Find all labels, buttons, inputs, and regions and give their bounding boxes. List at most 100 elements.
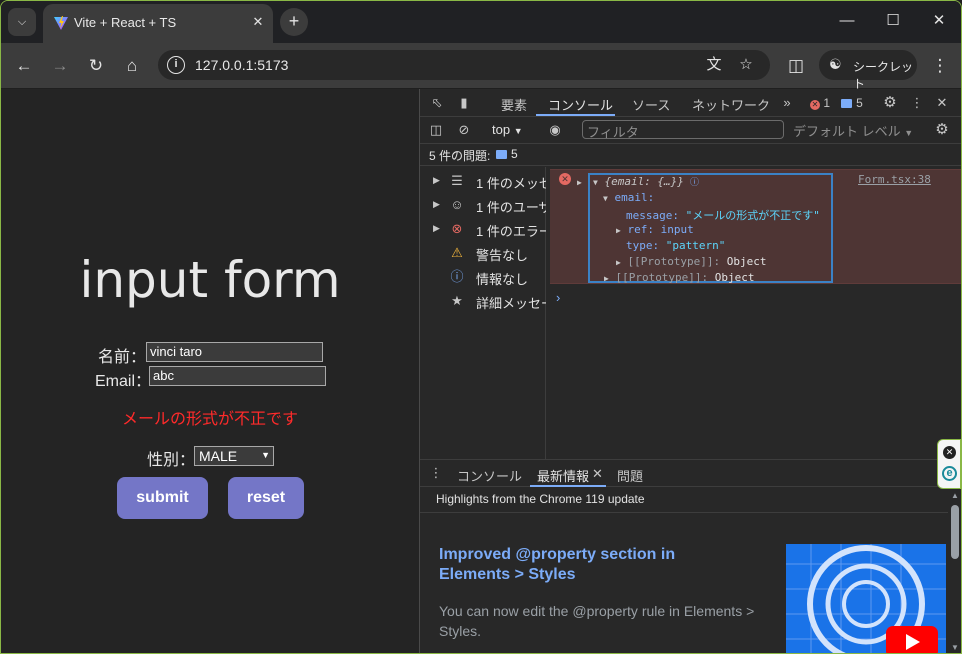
close-widget-icon[interactable]: ✕ (943, 446, 956, 459)
devtools-panel: ⬁ ▮ 要素 コンソール ソース ネットワーク » ✕ 1 5 ⚙ ⋮ ✕ ◫ … (419, 89, 961, 653)
extension-logo-icon[interactable]: e (942, 466, 957, 481)
tab-elements[interactable]: 要素 (501, 95, 527, 114)
issues-bar[interactable]: 5 件の問題: 5 (420, 144, 961, 166)
warning-icon: ⚠ (451, 245, 463, 260)
reset-button[interactable]: reset (228, 477, 304, 519)
sidebar-item-verbose[interactable]: ★ 詳細メッセージ (420, 289, 546, 313)
sidebar-item-label: 1 件のメッセージ (476, 176, 546, 191)
browser-toolbar: ← → ↻ ⌂ i 127.0.0.1:5173 文 ☆ ◫ ☯ シークレット … (1, 43, 961, 91)
submit-button[interactable]: submit (117, 477, 208, 519)
error-count: 1 (823, 96, 831, 110)
bookmark-star-icon[interactable]: ☆ (736, 55, 756, 75)
inspect-element-icon[interactable]: ⬁ (428, 94, 446, 112)
name-label: 名前： (98, 349, 147, 366)
whats-new-header-text: Highlights from the Chrome 119 update (436, 492, 645, 506)
tab-sources[interactable]: ソース (632, 95, 670, 114)
issues-count-badge[interactable]: 5 (496, 147, 518, 161)
console-prompt-icon[interactable]: › (556, 290, 560, 305)
email-property[interactable]: ▼ email: (603, 191, 654, 204)
scroll-up-icon[interactable]: ▲ (951, 491, 959, 500)
site-info-icon[interactable]: i (167, 56, 185, 74)
news-video-thumbnail[interactable] (786, 544, 946, 653)
clear-console-icon[interactable]: ⊘ (455, 121, 473, 139)
drawer-scrollbar[interactable]: ▲ ▼ (948, 491, 961, 653)
ref-property[interactable]: ▶ ref: input (616, 223, 694, 236)
tab-close-icon[interactable]: ✕ (249, 13, 267, 31)
sidebar-item-warnings[interactable]: ⚠ 警告なし (420, 241, 546, 265)
news-title-link[interactable]: Improved @property section in Elements >… (439, 545, 739, 585)
context-selector[interactable]: top ▼ (492, 122, 523, 137)
console-settings-gear-icon[interactable]: ⚙ (933, 121, 951, 139)
log-levels-dropdown[interactable]: デフォルト レベル ▼ (793, 121, 913, 140)
scroll-down-icon[interactable]: ▼ (951, 643, 959, 652)
tab-strip: ⌵ Vite + React + TS ✕ + — ☐ ✕ (1, 1, 961, 43)
name-input[interactable]: vinci taro (146, 342, 323, 362)
page-title: input form (79, 251, 341, 309)
info-icon: ⓘ (450, 269, 464, 284)
prototype-outer[interactable]: ▶ [[Prototype]]: Object (604, 271, 755, 284)
sidebar-item-user[interactable]: ▶ ☺ 1 件のユーザー (420, 193, 546, 217)
address-bar[interactable]: i 127.0.0.1:5173 文 ☆ (158, 50, 770, 80)
extension-side-widget[interactable]: ✕ e (937, 439, 961, 489)
maximize-button[interactable]: ☐ (873, 7, 913, 35)
translate-icon[interactable]: 文 (704, 55, 724, 75)
scroll-thumb[interactable] (951, 505, 959, 559)
incognito-badge[interactable]: ☯ シークレット (819, 50, 917, 91)
url-text[interactable]: 127.0.0.1:5173 (195, 57, 288, 73)
tab-title: Vite + React + TS (74, 15, 177, 30)
levels-label: デフォルト レベル (793, 124, 901, 139)
expand-triangle-icon: ▶ (433, 223, 440, 233)
drawer-menu-icon[interactable]: ⋮ (427, 464, 445, 482)
console-output: ✕ ▶ ▼ {email: {…}} ⓘ ▼ email: message: "… (547, 167, 961, 459)
back-icon[interactable]: ← (10, 52, 38, 80)
reload-icon[interactable]: ↻ (82, 52, 110, 80)
sidebar-item-label: 警告なし (476, 248, 529, 263)
bug-icon: ★ (451, 293, 463, 308)
drawer-tab-whats-new[interactable]: 最新情報 (537, 466, 589, 485)
more-tabs-icon[interactable]: » (778, 94, 796, 112)
minimize-button[interactable]: — (827, 7, 867, 35)
devtools-menu-icon[interactable]: ⋮ (908, 94, 926, 112)
close-devtools-icon[interactable]: ✕ (933, 94, 951, 112)
expand-triangle-icon: ▶ (433, 199, 440, 209)
sidebar-toggle-icon[interactable]: ◫ (427, 121, 445, 139)
source-link[interactable]: Form.tsx:38 (858, 173, 931, 186)
drawer-tab-issues[interactable]: 問題 (617, 466, 643, 485)
drawer-tab-console[interactable]: コンソール (457, 466, 522, 485)
drawer-tab-bar: ⋮ コンソール 最新情報 ✕ 問題 (420, 459, 961, 487)
incognito-label: シークレット (853, 60, 914, 91)
tab-search-button[interactable]: ⌵ (8, 8, 36, 36)
sidebar-item-info[interactable]: ⓘ 情報なし (420, 265, 546, 289)
home-icon[interactable]: ⌂ (118, 52, 146, 80)
gender-select[interactable]: MALE ▼ (194, 446, 274, 466)
console-error-entry[interactable]: ✕ ▶ ▼ {email: {…}} ⓘ ▼ email: message: "… (550, 169, 961, 284)
tab-console[interactable]: コンソール (548, 95, 613, 114)
settings-gear-icon[interactable]: ⚙ (881, 94, 899, 112)
gender-label: 性別： (147, 452, 196, 469)
expand-triangle-icon: ▶ (433, 175, 440, 185)
expand-triangle-icon[interactable]: ▶ (577, 175, 582, 188)
tab-network[interactable]: ネットワーク (692, 95, 770, 114)
side-panel-icon[interactable]: ◫ (782, 52, 810, 80)
prototype-inner[interactable]: ▶ [[Prototype]]: Object (616, 255, 767, 268)
chevron-down-icon: ▼ (261, 450, 270, 460)
filter-input[interactable]: フィルタ (582, 120, 784, 140)
device-toolbar-icon[interactable]: ▮ (455, 94, 473, 112)
close-window-button[interactable]: ✕ (919, 7, 959, 35)
issues-count: 5 (511, 147, 518, 161)
forward-icon[interactable]: → (46, 52, 74, 80)
sidebar-item-messages[interactable]: ▶ ☰ 1 件のメッセージ (420, 169, 546, 193)
list-icon: ☰ (451, 173, 463, 188)
thumbnail-graphic-icon (786, 544, 946, 653)
live-expression-eye-icon[interactable]: ◉ (546, 121, 564, 139)
close-drawer-tab-icon[interactable]: ✕ (592, 466, 603, 482)
sidebar-item-errors[interactable]: ▶ ⊗ 1 件のエラー (420, 217, 546, 241)
browser-menu-icon[interactable]: ⋮ (926, 52, 954, 80)
browser-tab[interactable]: Vite + React + TS ✕ (43, 4, 273, 43)
object-summary[interactable]: ▼ {email: {…}} (593, 175, 684, 188)
new-tab-button[interactable]: + (280, 8, 308, 36)
error-counter[interactable]: ✕ 1 (806, 94, 834, 112)
email-input[interactable]: abc (149, 366, 326, 386)
message-counter[interactable]: 5 (840, 94, 864, 112)
sidebar-item-label: 1 件のエラー (476, 224, 546, 239)
